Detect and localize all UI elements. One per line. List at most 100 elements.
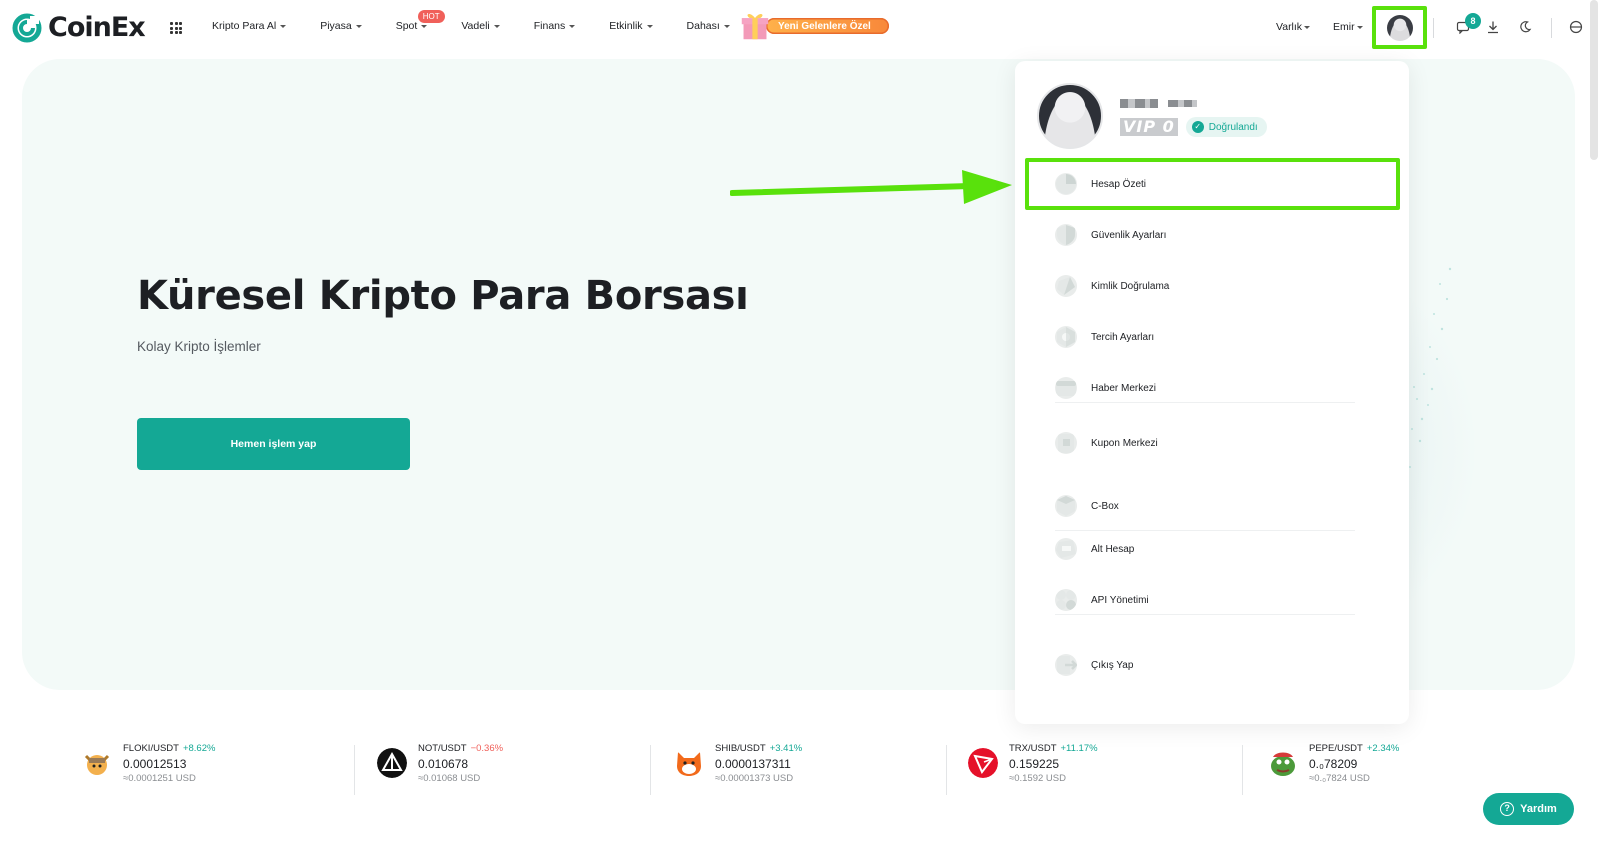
scrollbar[interactable] <box>1590 0 1598 160</box>
caret-down-icon <box>355 24 362 28</box>
promo-pill: Yeni Gelenlere Özel <box>766 18 889 34</box>
ticker-price: 0.0000137311 <box>715 757 791 771</box>
mask-block <box>1128 99 1135 108</box>
ticker-item[interactable]: SHIB/USDT +3.41% 0.0000137311 ≈0.00001373… <box>674 743 934 793</box>
user-avatar-button[interactable] <box>1372 6 1427 49</box>
pair-label: PEPE/USDT <box>1309 743 1363 754</box>
change-percent: +8.62% <box>182 743 216 754</box>
ticker-price: 0.010678 <box>418 757 469 771</box>
divider <box>1551 18 1552 38</box>
menu-c-box[interactable]: C-Box <box>1055 495 1119 517</box>
globe-icon[interactable] <box>1569 20 1583 34</box>
apps-grid-icon[interactable] <box>170 22 182 34</box>
trade-now-button[interactable]: Hemen işlem yap <box>137 418 410 470</box>
help-button[interactable]: ? Yardım <box>1483 793 1574 825</box>
ticker-item[interactable]: PEPE/USDT +2.34% 0.₀78209 ≈0.₀7824 USD <box>1268 743 1528 793</box>
divider <box>946 745 947 795</box>
menu-news-center[interactable]: Haber Merkezi <box>1055 377 1156 399</box>
logo-text: CoinEx <box>48 12 146 43</box>
top-nav: CoinEx Kripto Para Al Piyasa Spot HOT Vad… <box>0 0 1600 56</box>
pair-label: SHIB/USDT <box>715 743 766 754</box>
menu-api-management[interactable]: API Yönetimi <box>1055 589 1149 611</box>
ticker-price: 0.00012513 <box>123 757 187 771</box>
ticker-usd: ≈0.1592 USD <box>1009 773 1066 784</box>
assets-menu[interactable]: Varlık <box>1276 21 1311 33</box>
download-icon[interactable] <box>1486 20 1500 34</box>
coinex-logo[interactable]: CoinEx <box>12 12 146 43</box>
menu-label: Kupon Merkezi <box>1091 437 1158 449</box>
market-ticker: FLOKI/USDT +8.62% 0.00012513 ≈0.0001251 U… <box>0 735 1600 795</box>
ticker-pair: FLOKI/USDT +8.62% <box>123 743 215 754</box>
menu-label: Tercih Ayarları <box>1091 331 1155 343</box>
change-percent: +11.17% <box>1060 743 1098 754</box>
gift-icon <box>741 13 769 40</box>
menu-finance[interactable]: Finans <box>534 20 576 32</box>
menu-sub-account[interactable]: Alt Hesap <box>1055 538 1134 560</box>
not-coin-icon <box>377 748 407 778</box>
menu-label: Etkinlik <box>609 20 643 32</box>
menu-security-settings[interactable]: Güvenlik Ayarları <box>1055 224 1166 246</box>
moon-icon[interactable] <box>1518 20 1532 34</box>
ticker-item[interactable]: NOT/USDT −0.36% 0.010678 ≈0.01068 USD <box>377 743 637 793</box>
menu-identity-verification[interactable]: Kimlik Doğrulama <box>1055 275 1169 297</box>
vip-row: VIP 0 ✓ Doğrulandı <box>1120 117 1267 137</box>
menu-label: Vadeli <box>461 20 490 32</box>
menu-preferences[interactable]: Tercih Ayarları <box>1055 326 1154 348</box>
divider <box>1242 745 1243 795</box>
menu-label: Alt Hesap <box>1091 543 1135 555</box>
menu-label: C-Box <box>1091 500 1119 512</box>
ticker-price: 0.₀78209 <box>1309 757 1358 771</box>
ticker-item[interactable]: TRX/USDT +11.17% 0.159225 ≈0.1592 USD <box>968 743 1228 793</box>
ticker-usd: ≈0.0001251 USD <box>123 773 196 784</box>
box-icon <box>1055 495 1077 517</box>
profile-avatar <box>1037 83 1103 149</box>
ticker-pair: TRX/USDT +11.17% <box>1009 743 1098 754</box>
menu-label: Dahası <box>686 20 720 32</box>
help-label: Yardım <box>1520 803 1557 815</box>
pair-label: FLOKI/USDT <box>123 743 179 754</box>
menu-label: Piyasa <box>320 20 352 32</box>
page: Küresel Kripto Para Borsası Kolay Kripto… <box>0 0 1600 850</box>
caret-down-icon <box>421 24 428 28</box>
ticker-usd: ≈0.00001373 USD <box>715 773 794 784</box>
orders-menu[interactable]: Emir <box>1333 21 1363 33</box>
menu-label: Çıkış Yap <box>1091 659 1134 671</box>
main-menu: Kripto Para Al Piyasa Spot HOT Vadeli Fin… <box>212 10 764 32</box>
menu-label: API Yönetimi <box>1091 594 1149 606</box>
hero-subtitle: Kolay Kripto İşlemler <box>137 339 261 354</box>
logout-icon <box>1055 654 1077 676</box>
gear-icon <box>1055 326 1077 348</box>
coupon-icon <box>1055 432 1077 454</box>
caret-down-icon <box>569 24 576 28</box>
floki-coin-icon <box>84 754 110 775</box>
shield-icon <box>1055 224 1077 246</box>
ticker-pair: NOT/USDT −0.36% <box>418 743 503 754</box>
ticker-pair: SHIB/USDT +3.41% <box>715 743 802 754</box>
menu-label: Haber Merkezi <box>1091 382 1157 394</box>
api-icon <box>1055 589 1077 611</box>
menu-label: Kripto Para Al <box>212 20 277 32</box>
menu-spot[interactable]: Spot HOT <box>396 10 445 32</box>
id-card-icon <box>1055 275 1077 297</box>
message-icon <box>1055 377 1077 399</box>
mask-block <box>1184 100 1192 107</box>
menu-more[interactable]: Dahası <box>687 20 730 32</box>
check-icon: ✓ <box>1191 121 1204 133</box>
menu-markets[interactable]: Piyasa <box>320 20 362 32</box>
question-icon: ? <box>1500 802 1515 816</box>
menu-buy-crypto[interactable]: Kripto Para Al <box>212 20 287 32</box>
highlight-box <box>1025 158 1400 210</box>
new-user-promo[interactable]: Yeni Gelenlere Özel <box>740 11 889 41</box>
menu-logout[interactable]: Çıkış Yap <box>1055 654 1133 676</box>
menu-futures[interactable]: Vadeli <box>461 20 500 32</box>
divider <box>354 745 355 795</box>
menu-coupon-center[interactable]: Kupon Merkezi <box>1055 432 1158 454</box>
menu-events[interactable]: Etkinlik <box>609 20 653 32</box>
ticker-item[interactable]: FLOKI/USDT +8.62% 0.00012513 ≈0.0001251 U… <box>82 743 342 793</box>
masked-username <box>1120 99 1197 108</box>
menu-label: Finans <box>533 20 566 32</box>
change-percent: −0.36% <box>470 743 504 754</box>
avatar <box>1386 14 1413 41</box>
caret-down-icon <box>1304 25 1311 29</box>
change-percent: +2.34% <box>1366 743 1400 754</box>
